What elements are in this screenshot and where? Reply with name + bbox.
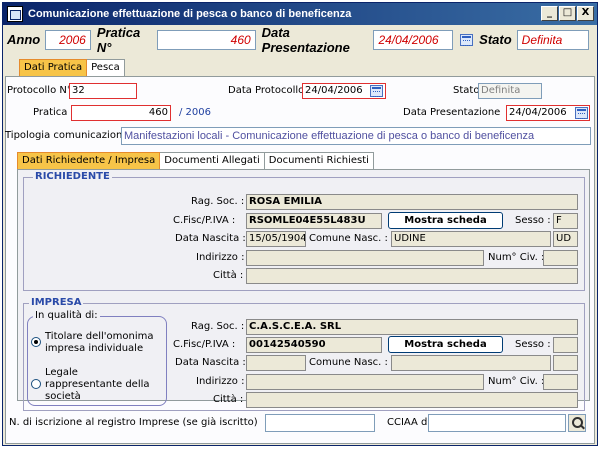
window-title: Comunicazione effettuazione di pesca o b… bbox=[28, 8, 352, 20]
sesso-field: F bbox=[553, 213, 578, 229]
stato-label: Stato bbox=[453, 85, 480, 96]
window-controls: _ □ X bbox=[541, 6, 594, 21]
legale-radio[interactable] bbox=[31, 379, 41, 389]
tab-documenti-richiesti[interactable]: Documenti Richiesti bbox=[263, 152, 374, 169]
rag-soc-field: ROSA EMILIA bbox=[246, 194, 578, 210]
num-civ-field bbox=[543, 250, 578, 266]
main-tabs: Dati Pratica Pesca bbox=[19, 59, 125, 76]
pratica-label: Pratica N° bbox=[96, 24, 141, 55]
indirizzo-field bbox=[246, 374, 484, 390]
rag-soc-field: C.A.S.C.E.A. SRL bbox=[246, 319, 578, 335]
data-nascita-field bbox=[246, 355, 306, 371]
rag-soc-label: Rag. Soc. : bbox=[191, 196, 245, 207]
data-nascita-label: Data Nascita : bbox=[175, 233, 246, 244]
num-civ-label: Num° Civ. : bbox=[488, 376, 545, 387]
tipologia-field[interactable]: Manifestazioni locali - Comunicazione ef… bbox=[121, 127, 591, 145]
num-civ-label: Num° Civ. : bbox=[488, 252, 545, 263]
data-nascita-label: Data Nascita : bbox=[175, 357, 246, 368]
indirizzo-label: Indirizzo : bbox=[196, 376, 245, 387]
calendar-icon[interactable] bbox=[459, 33, 473, 47]
anno-field[interactable]: 2006 bbox=[45, 29, 91, 50]
calendar-icon[interactable] bbox=[575, 107, 588, 119]
stato-field: Definita bbox=[478, 83, 542, 99]
citta-label: Città : bbox=[213, 270, 244, 281]
tab-dati-pratica[interactable]: Dati Pratica bbox=[19, 59, 88, 76]
calendar-icon[interactable] bbox=[370, 85, 383, 97]
rag-soc-label: Rag. Soc. : bbox=[191, 321, 245, 332]
cf-label: C.Fisc/P.IVA : bbox=[173, 215, 236, 226]
header-bar: Anno 2006 Pratica N° 460 Data Presentazi… bbox=[7, 25, 595, 55]
tab-pesca[interactable]: Pesca bbox=[86, 59, 125, 76]
protocollo-field[interactable]: 32 bbox=[69, 83, 137, 99]
comune-nasc-label: Comune Nasc. : bbox=[309, 357, 388, 368]
stato-field[interactable]: Definita bbox=[516, 29, 589, 50]
impresa-group-label: IMPRESA bbox=[29, 297, 84, 308]
cf-field: 00142540590 bbox=[246, 337, 382, 353]
data-presentazione-label: Data Presentazione bbox=[261, 24, 350, 55]
iscrizione-field[interactable] bbox=[265, 414, 375, 432]
citta-label: Città : bbox=[213, 394, 244, 405]
cf-label: C.Fisc/P.IVA : bbox=[173, 339, 236, 350]
app-icon bbox=[7, 6, 23, 22]
cf-field: RSOMLE04E55L483U bbox=[246, 213, 382, 229]
titolare-radio[interactable] bbox=[31, 337, 41, 347]
pratica-year: / 2006 bbox=[179, 107, 211, 118]
citta-field bbox=[246, 268, 578, 284]
qualita-label: In qualità di: bbox=[33, 310, 100, 321]
maximize-button[interactable]: □ bbox=[559, 6, 576, 21]
title-bar[interactable]: Comunicazione effettuazione di pesca o b… bbox=[3, 3, 597, 25]
anno-label: Anno bbox=[7, 32, 41, 47]
pratica-field[interactable]: 460 bbox=[71, 105, 171, 121]
cciaa-label: CCIAA di bbox=[387, 417, 431, 428]
mostra-scheda-button[interactable]: Mostra scheda bbox=[388, 336, 503, 353]
richiedente-group-label: RICHIEDENTE bbox=[33, 171, 112, 182]
tab-documenti-allegati[interactable]: Documenti Allegati bbox=[159, 152, 265, 169]
app-window: Comunicazione effettuazione di pesca o b… bbox=[2, 2, 598, 446]
indirizzo-label: Indirizzo : bbox=[196, 252, 245, 263]
provincia-field bbox=[553, 355, 578, 371]
comune-nasc-field bbox=[391, 355, 551, 371]
mostra-scheda-button[interactable]: Mostra scheda bbox=[388, 212, 503, 229]
citta-field bbox=[246, 392, 578, 408]
tipologia-label: Tipologia comunicazione bbox=[5, 130, 129, 141]
titolare-label: Titolare dell'omonima impresa individual… bbox=[45, 331, 154, 354]
sub-tabs: Dati Richiedente / Impresa Documenti All… bbox=[17, 152, 374, 169]
comune-nasc-label: Comune Nasc. : bbox=[309, 233, 388, 244]
iscrizione-label: N. di iscrizione al registro Imprese (se… bbox=[9, 417, 258, 428]
minimize-button[interactable]: _ bbox=[541, 6, 558, 21]
close-button[interactable]: X bbox=[577, 6, 594, 21]
search-icon[interactable] bbox=[568, 414, 586, 432]
data-presentazione-field[interactable]: 24/04/2006 bbox=[373, 29, 453, 50]
pratica-field[interactable]: 460 bbox=[156, 29, 256, 50]
sesso-field bbox=[553, 337, 578, 353]
sesso-label: Sesso : bbox=[515, 215, 551, 226]
protocollo-label: Protocollo N° bbox=[7, 85, 72, 96]
cciaa-field[interactable] bbox=[428, 414, 566, 432]
legale-label: Legale rappresentante della società bbox=[45, 367, 150, 402]
comune-nasc-field: UDINE bbox=[391, 231, 551, 247]
tab-dati-richiedente[interactable]: Dati Richiedente / Impresa bbox=[17, 152, 161, 169]
data-nascita-field: 15/05/1904 bbox=[246, 231, 306, 247]
indirizzo-field bbox=[246, 250, 484, 266]
data-presentazione-label: Data Presentazione bbox=[403, 107, 501, 118]
provincia-field: UD bbox=[553, 231, 578, 247]
data-protocollo-label: Data Protocollo bbox=[228, 85, 305, 96]
sesso-label: Sesso : bbox=[515, 339, 551, 350]
stato-label: Stato bbox=[479, 32, 512, 47]
num-civ-field bbox=[543, 374, 578, 390]
